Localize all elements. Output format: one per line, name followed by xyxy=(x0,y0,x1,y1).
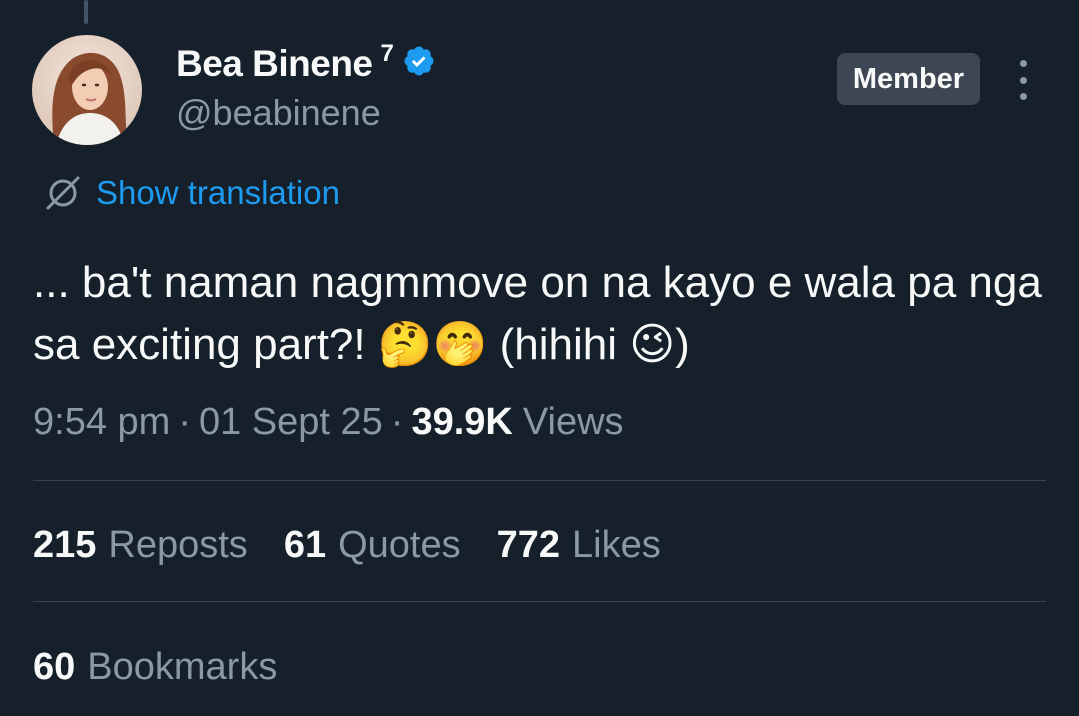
author-handle[interactable]: @beabinene xyxy=(176,92,381,134)
likes-label: Likes xyxy=(572,523,661,566)
views-count: 39.9K xyxy=(411,400,513,443)
avatar[interactable] xyxy=(32,35,142,145)
member-badge[interactable]: Member xyxy=(837,53,980,105)
likes-stat[interactable]: 772 Likes xyxy=(497,524,661,567)
meta-separator: · xyxy=(178,400,191,443)
verified-badge-icon[interactable] xyxy=(402,44,436,78)
reposts-label: Reposts xyxy=(108,523,248,566)
tweet-time[interactable]: 9:54 pm xyxy=(33,401,170,444)
tweet-detail: Bea Binene 7 @beabinene Member Show tran… xyxy=(0,0,1079,716)
tweet-date[interactable]: 01 Sept 25 xyxy=(199,401,383,444)
likes-count: 772 xyxy=(496,523,561,566)
divider xyxy=(33,601,1046,602)
reposts-stat[interactable]: 215 Reposts xyxy=(33,524,248,567)
globe-slash-icon xyxy=(44,174,82,212)
quotes-label: Quotes xyxy=(338,523,461,566)
meta-separator: · xyxy=(390,400,404,443)
avatar-image xyxy=(32,35,142,145)
views-label: Views xyxy=(522,400,624,443)
tweet-text: ... ba't naman nagmmove on na kayo e wal… xyxy=(33,258,1042,369)
thread-line xyxy=(84,0,88,24)
engagement-stats: 215 Reposts 61 Quotes 772 Likes xyxy=(33,518,697,572)
bookmarks-stat[interactable]: 60 Bookmarks xyxy=(33,640,277,694)
tweet-meta: 9:54 pm · 01 Sept 25 · 39.9K Views xyxy=(33,396,624,448)
bookmarks-count: 60 xyxy=(33,645,76,688)
quotes-stat[interactable]: 61 Quotes xyxy=(284,524,461,567)
display-name[interactable]: Bea Binene xyxy=(176,43,373,85)
more-options-icon[interactable] xyxy=(1008,60,1038,100)
author-name-row[interactable]: Bea Binene 7 xyxy=(176,40,436,88)
divider xyxy=(33,480,1046,481)
quotes-count: 61 xyxy=(283,523,327,566)
show-translation-label[interactable]: Show translation xyxy=(96,174,340,212)
bookmarks-label: Bookmarks xyxy=(87,645,278,688)
reposts-count: 215 xyxy=(33,523,97,566)
show-translation-link[interactable]: Show translation xyxy=(44,170,340,216)
name-suffix: 7 xyxy=(380,40,394,67)
